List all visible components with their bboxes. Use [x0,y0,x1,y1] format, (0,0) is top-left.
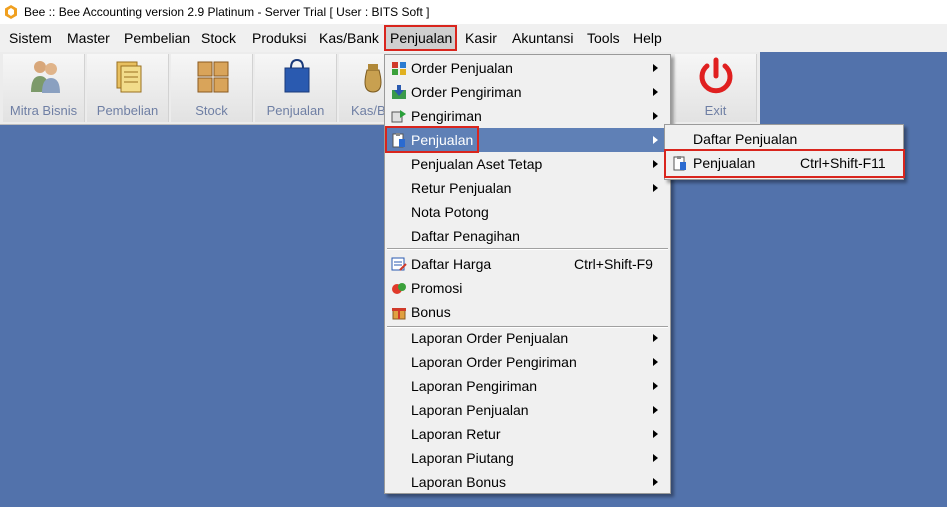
annotation-highlight-submenu-penjualan [664,149,905,178]
boxes-icon [197,61,229,93]
menu-sistem[interactable]: Sistem [5,27,56,49]
menu-separator [387,248,668,250]
order-icon [392,62,406,75]
chevron-right-icon [653,430,658,438]
menu-item-laporan-retur[interactable]: Laporan Retur [387,422,668,446]
menu-kasir[interactable]: Kasir [461,27,501,49]
menu-item-promosi[interactable]: Promosi [387,276,668,300]
toolbar-label: Mitra Bisnis [9,103,78,118]
menu-bar: Sistem Master Pembelian Stock Produksi K… [0,24,947,52]
menu-help[interactable]: Help [629,27,666,49]
menu-item-bonus[interactable]: Bonus [387,300,668,324]
menu-pembelian[interactable]: Pembelian [120,27,194,49]
title-bar: Bee :: Bee Accounting version 2.9 Platin… [0,0,947,24]
chevron-right-icon [653,382,658,390]
menu-item-pengiriman[interactable]: Pengiriman [387,104,668,128]
bee-app-icon [5,5,17,19]
chevron-right-icon [653,112,658,120]
chevron-right-icon [653,334,658,342]
menu-produksi[interactable]: Produksi [248,27,310,49]
submenu-item-daftar-penjualan[interactable]: Daftar Penjualan [667,127,901,151]
toolbar-label: Exit [704,103,727,118]
menu-item-laporan-order-pengiriman[interactable]: Laporan Order Pengiriman [387,350,668,374]
menu-item-nota-potong[interactable]: Nota Potong [387,200,668,224]
menu-item-laporan-pengiriman[interactable]: Laporan Pengiriman [387,374,668,398]
penjualan-button[interactable]: Penjualan [255,54,337,122]
price-list-icon [391,257,407,271]
annotation-highlight-penjualan [385,126,479,153]
menu-item-daftar-penagihan[interactable]: Daftar Penagihan [387,224,668,248]
window-title: Bee :: Bee Accounting version 2.9 Platin… [24,5,430,19]
exit-button[interactable]: Exit [675,54,757,122]
chevron-right-icon [653,358,658,366]
money-bag-icon [364,64,382,93]
chevron-right-icon [653,136,658,144]
mitra-bisnis-button[interactable]: Mitra Bisnis [3,54,85,122]
menu-item-retur-penjualan[interactable]: Retur Penjualan [387,176,668,200]
power-icon [699,57,733,94]
people-icon [31,61,60,93]
toolbar-label: Pembelian [96,103,159,118]
chevron-right-icon [653,478,658,486]
shipping-icon [391,110,406,123]
bonus-icon [392,308,406,320]
menu-item-order-penjualan[interactable]: Order Penjualan [387,56,668,80]
penjualan-dropdown-menu: Order Penjualan Order Pengiriman Pengiri… [384,54,671,494]
menu-item-order-pengiriman[interactable]: Order Pengiriman [387,80,668,104]
download-icon [392,85,406,99]
menu-item-penjualan-aset-tetap[interactable]: Penjualan Aset Tetap [387,152,668,176]
chevron-right-icon [653,160,658,168]
chevron-right-icon [653,64,658,72]
toolbar-label: Kas/B [351,103,386,118]
menu-akuntansi[interactable]: Akuntansi [508,27,577,49]
menu-item-laporan-order-penjualan[interactable]: Laporan Order Penjualan [387,326,668,350]
chevron-right-icon [653,406,658,414]
menu-penjualan[interactable]: Penjualan [384,25,457,51]
menu-item-daftar-harga[interactable]: Daftar Harga Ctrl+Shift-F9 [387,252,668,276]
toolbar-label: Penjualan [266,103,325,118]
promo-icon [392,283,406,294]
toolbar-label: Stock [195,103,228,118]
menu-kas-bank[interactable]: Kas/Bank [315,27,383,49]
shopping-bag-icon [284,58,310,93]
chevron-right-icon [653,88,658,96]
stock-button[interactable]: Stock [171,54,253,122]
menu-stock[interactable]: Stock [197,27,240,49]
pembelian-button[interactable]: Pembelian [87,54,169,122]
menu-item-laporan-penjualan[interactable]: Laporan Penjualan [387,398,668,422]
chevron-right-icon [653,454,658,462]
menu-item-laporan-piutang[interactable]: Laporan Piutang [387,446,668,470]
menu-tools[interactable]: Tools [583,27,624,49]
menu-master[interactable]: Master [63,27,114,49]
kas-bank-button[interactable]: Kas/B [339,54,386,122]
purchase-books-icon [116,61,142,93]
chevron-right-icon [653,184,658,192]
menu-item-laporan-bonus[interactable]: Laporan Bonus [387,470,668,494]
